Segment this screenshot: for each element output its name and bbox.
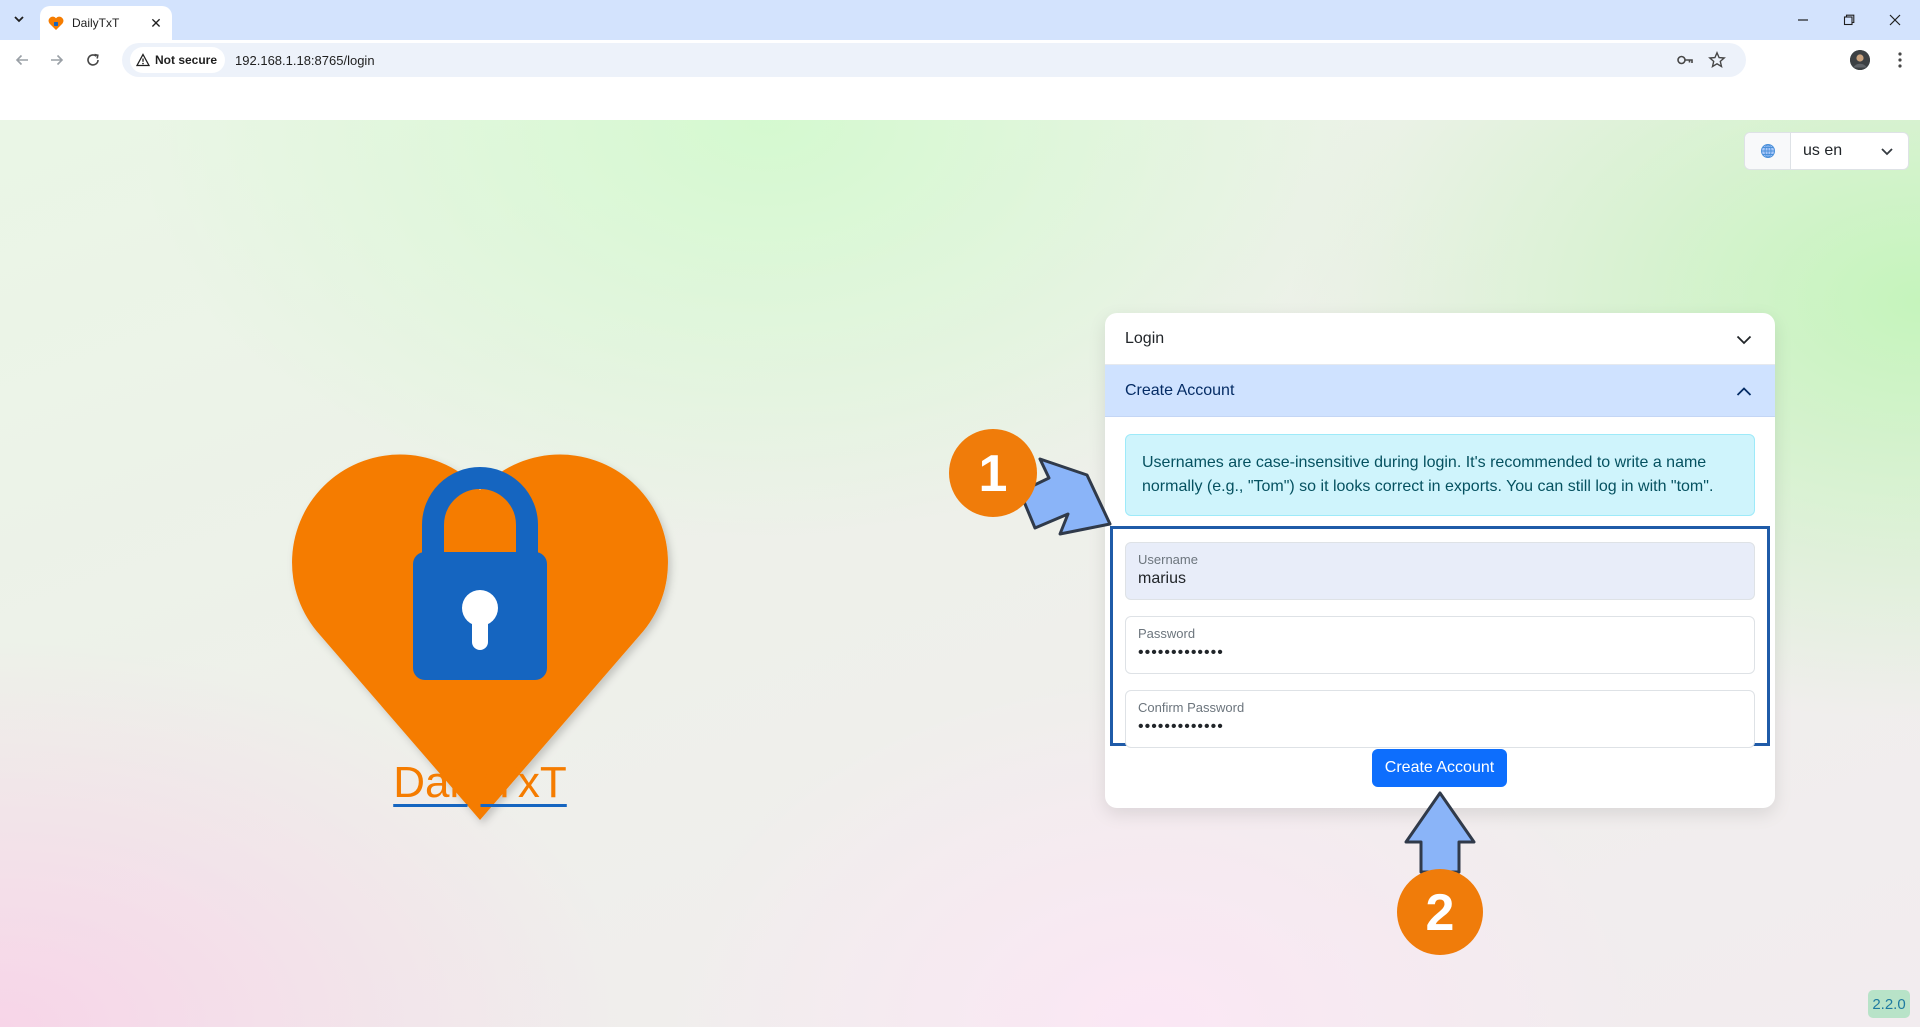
- address-bar[interactable]: Not secure 192.168.1.18:8765/login: [122, 43, 1746, 77]
- forward-button[interactable]: [43, 46, 71, 74]
- reload-button[interactable]: [79, 46, 107, 74]
- confirm-password-value[interactable]: •••••••••••••: [1138, 718, 1742, 736]
- password-field[interactable]: Password •••••••••••••: [1125, 616, 1755, 674]
- arrow-right-icon: [51, 54, 64, 66]
- chevron-down-icon: [1735, 331, 1753, 349]
- password-value[interactable]: •••••••••••••: [1138, 644, 1742, 662]
- more-vertical-icon: [1898, 52, 1902, 68]
- login-page: us en DailyTxT Login Create Account User…: [0, 120, 1920, 1027]
- language-value: us en: [1803, 142, 1843, 159]
- browser-tabstrip: DailyTxT ✕: [0, 0, 1920, 40]
- tab-title: DailyTxT: [72, 16, 120, 30]
- username-info-alert: Usernames are case-insensitive during lo…: [1125, 434, 1755, 516]
- restore-button[interactable]: [1826, 4, 1872, 36]
- browser-tab[interactable]: DailyTxT ✕: [40, 6, 172, 40]
- create-account-accordion-header[interactable]: Create Account: [1105, 365, 1775, 417]
- chevron-down-icon: [1880, 144, 1894, 158]
- alert-text: Usernames are case-insensitive during lo…: [1142, 454, 1714, 495]
- brand-name[interactable]: DailyTxT: [390, 758, 570, 808]
- tab-search-button[interactable]: [8, 8, 30, 30]
- username-value[interactable]: marius: [1138, 570, 1742, 588]
- back-button[interactable]: [8, 46, 36, 74]
- warning-triangle-icon: [136, 53, 150, 67]
- globe-icon: [1745, 133, 1791, 169]
- url-text: 192.168.1.18:8765/login: [235, 52, 375, 68]
- password-key-icon[interactable]: [1676, 51, 1694, 69]
- reload-icon: [87, 53, 99, 66]
- login-accordion-header[interactable]: Login: [1105, 313, 1775, 365]
- browser-menu-button[interactable]: [1890, 50, 1910, 70]
- avatar-icon: [1850, 50, 1870, 70]
- login-header-label: Login: [1125, 329, 1165, 347]
- chevron-down-icon: [14, 16, 24, 23]
- security-indicator[interactable]: Not secure: [130, 47, 226, 73]
- chevron-up-icon: [1735, 383, 1753, 401]
- confirm-password-label: Confirm Password: [1138, 700, 1245, 715]
- browser-toolbar: Not secure 192.168.1.18:8765/login: [0, 40, 1920, 80]
- minimize-button[interactable]: [1780, 4, 1826, 36]
- dailytxt-favicon-icon: [48, 15, 64, 31]
- minimize-icon: [1798, 19, 1808, 21]
- close-tab-icon[interactable]: ✕: [148, 15, 164, 31]
- version-badge: 2.2.0: [1868, 990, 1910, 1018]
- username-field[interactable]: Username marius: [1125, 542, 1755, 600]
- restore-icon: [1843, 14, 1855, 26]
- bookmark-star-icon[interactable]: [1708, 51, 1726, 69]
- close-window-button[interactable]: [1872, 4, 1918, 36]
- create-account-button[interactable]: Create Account: [1372, 749, 1507, 787]
- username-label: Username: [1138, 552, 1198, 567]
- close-icon: [1889, 14, 1901, 26]
- security-label: Not secure: [155, 53, 218, 67]
- profile-avatar[interactable]: [1850, 50, 1870, 70]
- arrow-left-icon: [15, 54, 28, 66]
- auth-accordion: Login Create Account Usernames are case-…: [1105, 313, 1775, 808]
- language-select[interactable]: us en: [1744, 132, 1909, 170]
- password-label: Password: [1138, 626, 1196, 641]
- create-account-header-label: Create Account: [1125, 381, 1235, 399]
- confirm-password-field[interactable]: Confirm Password •••••••••••••: [1125, 690, 1755, 748]
